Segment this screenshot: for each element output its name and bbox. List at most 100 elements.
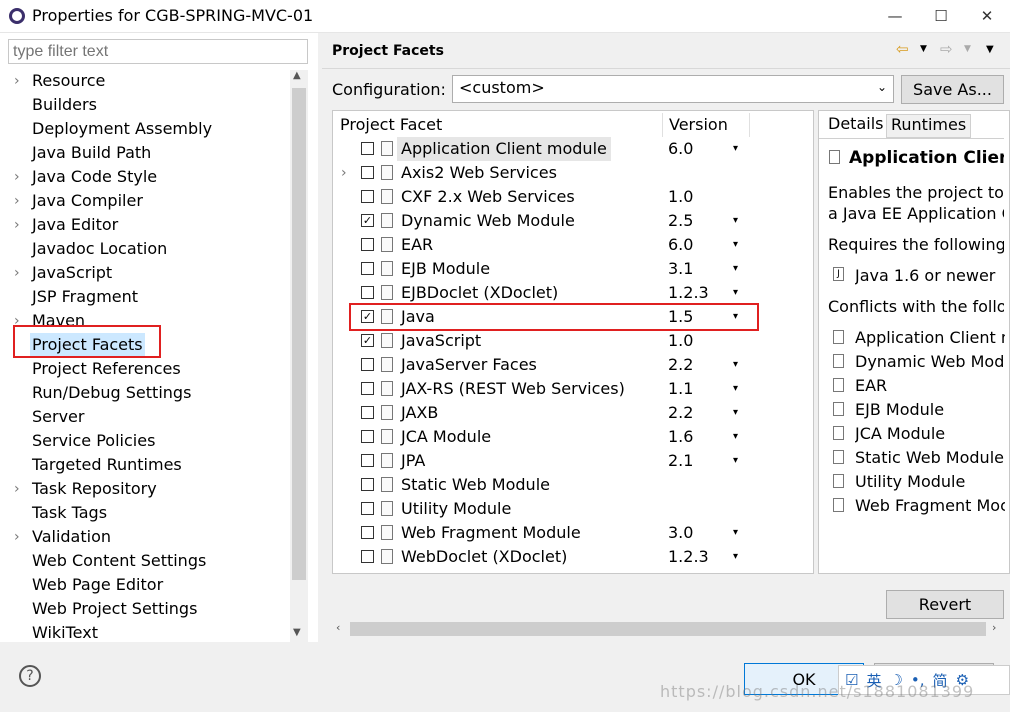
- tree-item-deployment-assembly[interactable]: Deployment Assembly: [32, 117, 212, 141]
- facet-row[interactable]: ✓ JavaScript 1.0: [333, 329, 813, 353]
- facet-row[interactable]: WebDoclet (XDoclet) 1.2.3 ▾: [333, 545, 813, 569]
- column-header-version[interactable]: Version: [669, 115, 728, 134]
- column-header-facet[interactable]: Project Facet: [340, 115, 442, 134]
- tree-scroll-thumb[interactable]: [292, 88, 306, 580]
- facet-row[interactable]: Utility Module: [333, 497, 813, 521]
- expand-arrow-icon[interactable]: ›: [14, 477, 20, 501]
- filter-input[interactable]: [8, 39, 308, 64]
- tree-item-targeted-runtimes[interactable]: Targeted Runtimes: [32, 453, 182, 477]
- forward-arrow-icon[interactable]: ⇨: [940, 40, 953, 58]
- facet-checkbox[interactable]: [361, 430, 374, 443]
- tree-item-run-debug-settings[interactable]: Run/Debug Settings: [32, 381, 191, 405]
- facet-checkbox[interactable]: [361, 382, 374, 395]
- version-dropdown-icon[interactable]: ▾: [733, 401, 738, 425]
- version-dropdown-icon[interactable]: ▾: [733, 353, 738, 377]
- facet-checkbox[interactable]: [361, 502, 374, 515]
- version-dropdown-icon[interactable]: ▾: [733, 425, 738, 449]
- facet-row[interactable]: JAX-RS (REST Web Services) 1.1 ▾: [333, 377, 813, 401]
- facet-row[interactable]: EJBDoclet (XDoclet) 1.2.3 ▾: [333, 281, 813, 305]
- column-divider[interactable]: [749, 113, 750, 137]
- facet-row[interactable]: EJB Module 3.1 ▾: [333, 257, 813, 281]
- close-button[interactable]: ✕: [964, 0, 1010, 32]
- tree-item-resource[interactable]: Resource: [32, 69, 105, 93]
- version-dropdown-icon[interactable]: ▾: [733, 233, 738, 257]
- tree-item-task-repository[interactable]: Task Repository: [32, 477, 157, 501]
- tree-item-server[interactable]: Server: [32, 405, 84, 429]
- tree-item-task-tags[interactable]: Task Tags: [32, 501, 107, 525]
- back-arrow-icon[interactable]: ⇦: [896, 40, 909, 58]
- expand-arrow-icon[interactable]: ›: [14, 69, 20, 93]
- expand-arrow-icon[interactable]: ›: [14, 165, 20, 189]
- version-dropdown-icon[interactable]: ▾: [733, 545, 738, 569]
- scroll-left-icon[interactable]: ‹: [336, 621, 340, 634]
- facet-checkbox[interactable]: [361, 262, 374, 275]
- facet-checkbox[interactable]: [361, 286, 374, 299]
- expand-arrow-icon[interactable]: ›: [14, 213, 20, 237]
- save-as-button[interactable]: Save As...: [901, 75, 1004, 104]
- tree-item-java-code-style[interactable]: Java Code Style: [32, 165, 157, 189]
- facet-row[interactable]: JAXB 2.2 ▾: [333, 401, 813, 425]
- scroll-right-icon[interactable]: ›: [992, 621, 996, 634]
- tree-item-project-references[interactable]: Project References: [32, 357, 181, 381]
- version-dropdown-icon[interactable]: ▾: [733, 521, 738, 545]
- column-divider[interactable]: [662, 113, 663, 137]
- tree-item-jsp-fragment[interactable]: JSP Fragment: [32, 285, 138, 309]
- scroll-down-icon[interactable]: ▼: [293, 627, 301, 638]
- tree-item-javadoc-location[interactable]: Javadoc Location: [32, 237, 167, 261]
- maximize-button[interactable]: ☐: [918, 0, 964, 32]
- facet-row[interactable]: Application Client module 6.0 ▾: [333, 137, 813, 161]
- facet-checkbox[interactable]: [361, 142, 374, 155]
- tree-item-java-compiler[interactable]: Java Compiler: [32, 189, 143, 213]
- facet-row[interactable]: Web Fragment Module 3.0 ▾: [333, 521, 813, 545]
- tree-item-web-project-settings[interactable]: Web Project Settings: [32, 597, 197, 621]
- view-menu-icon[interactable]: ▼: [986, 44, 994, 55]
- tree-item-web-page-editor[interactable]: Web Page Editor: [32, 573, 163, 597]
- facet-row[interactable]: JCA Module 1.6 ▾: [333, 425, 813, 449]
- tab-details[interactable]: Details: [824, 114, 888, 138]
- tree-item-java-editor[interactable]: Java Editor: [32, 213, 118, 237]
- expand-arrow-icon[interactable]: ›: [14, 189, 20, 213]
- facet-row[interactable]: CXF 2.x Web Services 1.0: [333, 185, 813, 209]
- version-dropdown-icon[interactable]: ▾: [733, 257, 738, 281]
- facet-row[interactable]: › Axis2 Web Services: [333, 161, 813, 185]
- facet-checkbox[interactable]: [361, 166, 374, 179]
- expand-arrow-icon[interactable]: ›: [341, 161, 347, 185]
- forward-menu-icon[interactable]: ▼: [964, 44, 971, 54]
- facet-row[interactable]: Static Web Module: [333, 473, 813, 497]
- facet-checkbox[interactable]: [361, 550, 374, 563]
- facet-checkbox[interactable]: [361, 238, 374, 251]
- minimize-button[interactable]: —: [872, 0, 918, 32]
- version-dropdown-icon[interactable]: ▾: [733, 209, 738, 233]
- scroll-up-icon[interactable]: ▲: [293, 70, 301, 81]
- facet-checkbox[interactable]: [361, 190, 374, 203]
- back-menu-icon[interactable]: ▼: [920, 44, 927, 54]
- version-dropdown-icon[interactable]: ▾: [733, 137, 738, 161]
- tab-runtimes[interactable]: Runtimes: [886, 114, 972, 138]
- facet-checkbox[interactable]: ✓: [361, 214, 374, 227]
- version-dropdown-icon[interactable]: ▾: [733, 377, 738, 401]
- tree-item-service-policies[interactable]: Service Policies: [32, 429, 155, 453]
- facet-checkbox[interactable]: [361, 358, 374, 371]
- tree-item-java-build-path[interactable]: Java Build Path: [32, 141, 151, 165]
- facet-checkbox[interactable]: ✓: [361, 334, 374, 347]
- facet-checkbox[interactable]: [361, 526, 374, 539]
- version-dropdown-icon[interactable]: ▾: [733, 449, 738, 473]
- facet-checkbox[interactable]: [361, 406, 374, 419]
- tree-item-web-content-settings[interactable]: Web Content Settings: [32, 549, 206, 573]
- tree-item-javascript[interactable]: JavaScript: [32, 261, 112, 285]
- configuration-combo[interactable]: <custom> ⌄: [452, 75, 894, 103]
- facet-checkbox[interactable]: [361, 454, 374, 467]
- hscroll-thumb[interactable]: [350, 622, 986, 636]
- expand-arrow-icon[interactable]: ›: [14, 261, 20, 285]
- revert-button[interactable]: Revert: [886, 590, 1004, 619]
- version-dropdown-icon[interactable]: ▾: [733, 281, 738, 305]
- expand-arrow-icon[interactable]: ›: [14, 525, 20, 549]
- tree-item-validation[interactable]: Validation: [32, 525, 111, 549]
- facet-checkbox[interactable]: [361, 478, 374, 491]
- facet-row[interactable]: EAR 6.0 ▾: [333, 233, 813, 257]
- tree-item-builders[interactable]: Builders: [32, 93, 97, 117]
- facet-row[interactable]: ✓ Dynamic Web Module 2.5 ▾: [333, 209, 813, 233]
- facet-row[interactable]: JPA 2.1 ▾: [333, 449, 813, 473]
- help-icon[interactable]: ?: [19, 665, 41, 687]
- facet-row[interactable]: JavaServer Faces 2.2 ▾: [333, 353, 813, 377]
